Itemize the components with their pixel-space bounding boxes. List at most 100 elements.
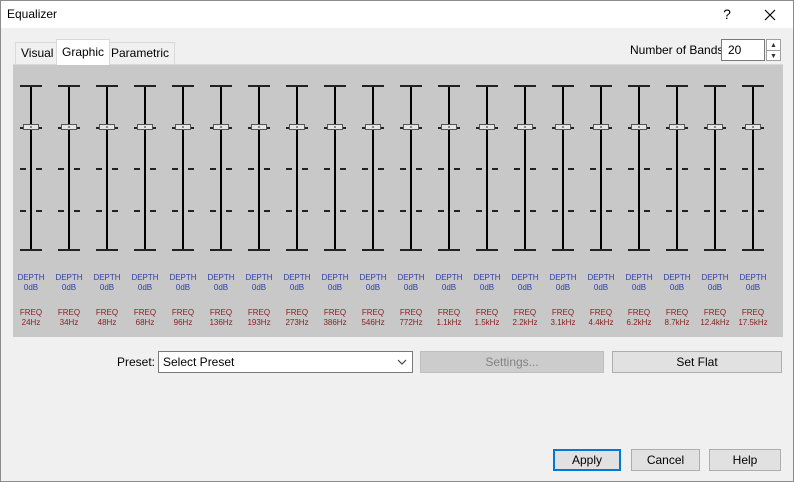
slider-tick — [172, 168, 178, 170]
cancel-button[interactable]: Cancel — [631, 449, 700, 471]
slider-thumb[interactable] — [745, 124, 761, 130]
slider-tick — [644, 210, 650, 212]
slider-tick — [644, 168, 650, 170]
slider-thumb[interactable] — [517, 124, 533, 130]
slider-tick — [210, 168, 216, 170]
slider-tick — [378, 168, 384, 170]
slider-end-cap — [210, 249, 232, 251]
slider-thumb[interactable] — [23, 124, 39, 130]
slider-thumb[interactable] — [707, 124, 723, 130]
slider-end-cap — [742, 249, 764, 251]
slider-end-cap — [704, 249, 726, 251]
slider-tick — [74, 210, 80, 212]
slider-tick — [112, 168, 118, 170]
slider-tick — [58, 210, 64, 212]
slider-thumb[interactable] — [593, 124, 609, 130]
slider-thumb[interactable] — [99, 124, 115, 130]
slider-end-cap — [552, 249, 574, 251]
preset-dropdown[interactable]: Select Preset — [158, 351, 413, 373]
slider-track — [638, 85, 640, 251]
slider-tick — [552, 168, 558, 170]
slider-thumb[interactable] — [365, 124, 381, 130]
spin-up-icon[interactable]: ▲ — [767, 40, 780, 51]
slider-thumb[interactable] — [213, 124, 229, 130]
slider-tick — [188, 210, 194, 212]
slider-tick — [682, 168, 688, 170]
slider-tick — [264, 168, 270, 170]
slider-tick — [96, 168, 102, 170]
slider-tick — [514, 210, 520, 212]
slider-tick — [628, 210, 634, 212]
number-of-bands-spinner[interactable]: ▲ ▼ — [766, 39, 781, 61]
spin-down-icon[interactable]: ▼ — [767, 51, 780, 61]
slider-tick — [248, 210, 254, 212]
eq-band: DEPTH 0dB FREQ 34Hz — [51, 65, 87, 337]
slider-tick — [150, 210, 156, 212]
eq-band: DEPTH 0dB FREQ 48Hz — [89, 65, 125, 337]
slider-tick — [134, 210, 140, 212]
slider-track — [600, 85, 602, 251]
slider-thumb[interactable] — [555, 124, 571, 130]
slider-thumb[interactable] — [327, 124, 343, 130]
help-icon[interactable]: ? — [715, 3, 739, 25]
slider-thumb[interactable] — [61, 124, 77, 130]
slider-thumb[interactable] — [251, 124, 267, 130]
slider-track — [676, 85, 678, 251]
slider-end-cap — [704, 85, 726, 87]
slider-end-cap — [476, 85, 498, 87]
eq-band: DEPTH 0dB FREQ 1.1kHz — [431, 65, 467, 337]
slider-end-cap — [362, 85, 384, 87]
title-bar: Equalizer ? — [1, 1, 793, 28]
slider-thumb[interactable] — [441, 124, 457, 130]
slider-end-cap — [514, 249, 536, 251]
slider-end-cap — [20, 249, 42, 251]
slider-thumb[interactable] — [137, 124, 153, 130]
apply-button[interactable]: Apply — [553, 449, 621, 471]
slider-tick — [362, 210, 368, 212]
slider-tick — [492, 168, 498, 170]
slider-tick — [264, 210, 270, 212]
number-of-bands-label: Number of Bands: — [630, 43, 727, 57]
slider-tick — [378, 210, 384, 212]
slider-thumb[interactable] — [175, 124, 191, 130]
slider-tick — [742, 210, 748, 212]
equalizer-dialog: Equalizer ? Visual Graphic Parametric Nu… — [0, 0, 794, 482]
slider-thumb[interactable] — [631, 124, 647, 130]
slider-end-cap — [324, 249, 346, 251]
slider-tick — [324, 168, 330, 170]
slider-thumb[interactable] — [403, 124, 419, 130]
slider-tick — [36, 168, 42, 170]
close-icon[interactable] — [755, 3, 785, 25]
slider-thumb[interactable] — [289, 124, 305, 130]
slider-end-cap — [96, 249, 118, 251]
set-flat-button[interactable]: Set Flat — [612, 351, 782, 373]
eq-band: DEPTH 0dB FREQ 6.2kHz — [621, 65, 657, 337]
slider-end-cap — [58, 85, 80, 87]
slider-tick — [226, 210, 232, 212]
slider-end-cap — [742, 85, 764, 87]
slider-track — [296, 85, 298, 251]
slider-tick — [286, 210, 292, 212]
tab-parametric[interactable]: Parametric — [105, 42, 176, 64]
eq-band: DEPTH 0dB FREQ 68Hz — [127, 65, 163, 337]
help-button[interactable]: Help — [709, 449, 781, 471]
eq-band: DEPTH 0dB FREQ 2.2kHz — [507, 65, 543, 337]
slider-tick — [552, 210, 558, 212]
slider-tick — [20, 168, 26, 170]
slider-tick — [530, 210, 536, 212]
slider-end-cap — [172, 85, 194, 87]
tab-visual[interactable]: Visual — [15, 42, 60, 64]
slider-thumb[interactable] — [669, 124, 685, 130]
slider-tick — [568, 168, 574, 170]
tab-graphic[interactable]: Graphic — [56, 39, 111, 65]
slider-track — [144, 85, 146, 251]
slider-thumb[interactable] — [479, 124, 495, 130]
eq-band: DEPTH 0dB FREQ 4.4kHz — [583, 65, 619, 337]
slider-end-cap — [628, 249, 650, 251]
slider-end-cap — [476, 249, 498, 251]
settings-button[interactable]: Settings... — [420, 351, 604, 373]
number-of-bands-input[interactable]: 20 — [721, 39, 765, 61]
slider-tick — [704, 210, 710, 212]
slider-track — [30, 85, 32, 251]
slider-tick — [492, 210, 498, 212]
